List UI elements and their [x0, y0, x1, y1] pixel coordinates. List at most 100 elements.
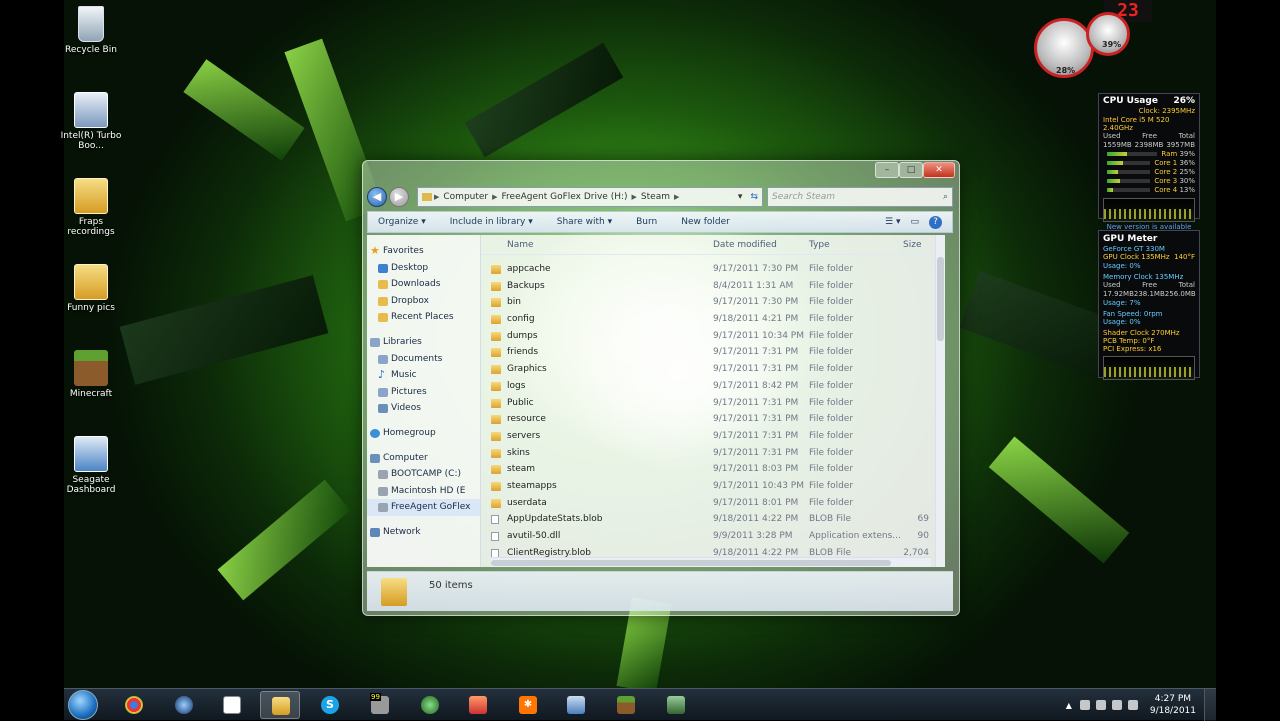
file-row[interactable]: appcache 9/17/2011 7:30 PM File folder	[481, 261, 945, 278]
scroll-thumb[interactable]	[937, 257, 944, 341]
volume-icon[interactable]	[1127, 700, 1138, 710]
help-icon[interactable]: ?	[929, 215, 942, 229]
system-meter-gadget[interactable]: 28% 39%	[1034, 8, 1152, 80]
nav-videos[interactable]: Videos	[367, 400, 480, 417]
minimize-button[interactable]: –	[875, 162, 899, 178]
column-header-name[interactable]: Name	[507, 240, 534, 250]
desktop-icon-seagate-dashboard[interactable]: Seagate Dashboard	[54, 436, 128, 495]
file-row[interactable]: steamapps 9/17/2011 10:43 PM File folder	[481, 478, 945, 495]
nav-downloads[interactable]: Downloads	[367, 276, 480, 293]
file-row[interactable]: friends 9/17/2011 7:31 PM File folder	[481, 344, 945, 361]
file-row[interactable]: steam 9/17/2011 8:03 PM File folder	[481, 461, 945, 478]
new-folder-button[interactable]: New folder	[681, 217, 730, 227]
music-icon: ♪	[378, 368, 386, 382]
nav-music[interactable]: ♪ Music	[367, 367, 480, 384]
desktop-icon-minecraft[interactable]: Minecraft	[54, 350, 128, 399]
taskbar-xbox[interactable]	[410, 691, 450, 719]
start-button[interactable]	[68, 690, 98, 720]
taskbar-vlc[interactable]: ✱	[508, 691, 548, 719]
cpu-usage-gadget[interactable]: CPU Usage 26% Clock: 2395MHz Intel Core i…	[1098, 93, 1200, 231]
share-with-button[interactable]: Share with ▾	[557, 217, 612, 227]
cpu-mem-used: 1559MB	[1103, 141, 1132, 149]
file-row[interactable]: Backups 8/4/2011 1:31 AM File folder	[481, 278, 945, 295]
nav-computer[interactable]: Computer	[367, 450, 480, 467]
column-header-date[interactable]: Date modified	[713, 240, 777, 250]
maximize-button[interactable]: □	[899, 162, 923, 178]
file-row[interactable]: userdata 9/17/2011 8:01 PM File folder	[481, 495, 945, 512]
nav-freeagent-goflex[interactable]: FreeAgent GoFlex	[367, 499, 480, 516]
show-desktop-button[interactable]	[1204, 689, 1216, 721]
burn-button[interactable]: Burn	[636, 217, 657, 227]
window-titlebar[interactable]: – □ ✕	[363, 161, 959, 183]
desktop-icon-fraps-recordings[interactable]: Fraps recordings	[54, 178, 128, 237]
file-row[interactable]: logs 9/17/2011 8:42 PM File folder	[481, 378, 945, 395]
preview-pane-icon[interactable]: ▭	[910, 217, 919, 227]
nav-homegroup[interactable]: Homegroup	[367, 425, 480, 442]
file-row[interactable]: servers 9/17/2011 7:31 PM File folder	[481, 428, 945, 445]
breadcrumb-drive[interactable]: FreeAgent GoFlex Drive (H:)	[502, 192, 628, 202]
tray-expand-icon[interactable]: ▲	[1066, 701, 1072, 710]
nav-libraries[interactable]: Libraries	[367, 334, 480, 351]
nav-documents[interactable]: Documents	[367, 351, 480, 368]
star-icon: ★	[370, 244, 380, 257]
nav-pictures[interactable]: Pictures	[367, 384, 480, 401]
address-bar[interactable]: ▶ Computer ▶ FreeAgent GoFlex Drive (H:)…	[417, 187, 763, 207]
taskbar-skype[interactable]: S	[310, 691, 350, 719]
nav-network[interactable]: Network	[367, 524, 480, 541]
taskbar-app2[interactable]	[656, 691, 696, 719]
cpu-mem-header-total: Total	[1178, 132, 1195, 140]
dropbox-icon	[378, 296, 388, 306]
wifi-icon[interactable]	[1111, 700, 1122, 710]
organize-button[interactable]: Organize ▾	[378, 217, 426, 227]
view-options-icon[interactable]: ☰ ▾	[885, 217, 900, 227]
file-row[interactable]: avutil-50.dll 9/9/2011 3:28 PM Application…	[481, 528, 945, 545]
battery-icon[interactable]	[1095, 700, 1106, 710]
nav-recent-places[interactable]: Recent Places	[367, 309, 480, 326]
taskbar-chrome[interactable]	[114, 691, 154, 719]
refresh-icon[interactable]: ⇆	[750, 192, 758, 202]
close-button[interactable]: ✕	[923, 162, 955, 178]
desktop-icon-intel-turbo-boost[interactable]: Intel(R) Turbo Boo...	[54, 92, 128, 151]
breadcrumb-steam[interactable]: Steam	[641, 192, 670, 202]
column-header-size[interactable]: Size	[903, 240, 921, 250]
file-row[interactable]: skins 9/17/2011 7:31 PM File folder	[481, 445, 945, 462]
file-row[interactable]: config 9/18/2011 4:21 PM File folder	[481, 311, 945, 328]
explorer-window[interactable]: – □ ✕ ◀ ▶ ▶ Computer ▶ FreeAgent GoFlex …	[362, 160, 960, 616]
nav-bootcamp[interactable]: BOOTCAMP (C:)	[367, 466, 480, 483]
horizontal-scrollbar[interactable]	[491, 557, 931, 567]
scroll-thumb[interactable]	[491, 560, 891, 566]
nav-dropbox[interactable]: Dropbox	[367, 293, 480, 310]
file-name: AppUpdateStats.blob	[507, 514, 603, 525]
file-row[interactable]: Graphics 9/17/2011 7:31 PM File folder	[481, 361, 945, 378]
gpu-meter-gadget[interactable]: GPU Meter GeForce GT 330M GPU Clock 135M…	[1098, 230, 1200, 380]
file-row[interactable]: Public 9/17/2011 7:31 PM File folder	[481, 395, 945, 412]
taskbar-minecraft[interactable]	[606, 691, 646, 719]
forward-button[interactable]: ▶	[389, 187, 409, 207]
taskbar-display[interactable]	[556, 691, 596, 719]
dropdown-arrow-icon[interactable]: ▾	[738, 192, 743, 202]
desktop-icon-recycle-bin[interactable]: Recycle Bin	[54, 6, 128, 55]
back-button[interactable]: ◀	[367, 187, 387, 207]
column-header-type[interactable]: Type	[809, 240, 830, 250]
search-input[interactable]: Search Steam ⌕	[767, 187, 953, 207]
taskbar-app[interactable]	[458, 691, 498, 719]
file-row[interactable]: dumps 9/17/2011 10:34 PM File folder	[481, 328, 945, 345]
taskbar-clock[interactable]: 4:27 PM 9/18/2011	[1150, 693, 1196, 717]
taskbar-ie[interactable]	[164, 691, 204, 719]
skype-icon: S	[321, 696, 339, 714]
desktop-icon-funny-pics[interactable]: Funny pics	[54, 264, 128, 313]
taskbar-notepad[interactable]	[212, 691, 252, 719]
file-row[interactable]: AppUpdateStats.blob 9/18/2011 4:22 PM BLOB…	[481, 511, 945, 528]
folder-icon	[491, 481, 501, 491]
nav-desktop[interactable]: Desktop	[367, 260, 480, 277]
vertical-scrollbar[interactable]	[935, 235, 945, 567]
include-in-library-button[interactable]: Include in library ▾	[450, 217, 533, 227]
flag-icon[interactable]	[1079, 700, 1090, 710]
nav-favorites[interactable]: ★ Favorites	[367, 243, 480, 260]
file-row[interactable]: resource 9/17/2011 7:31 PM File folder	[481, 411, 945, 428]
taskbar-explorer[interactable]	[260, 691, 300, 719]
nav-macintosh-hd[interactable]: Macintosh HD (E	[367, 483, 480, 500]
breadcrumb-computer[interactable]: Computer	[443, 192, 488, 202]
taskbar-fraps[interactable]: 99	[360, 691, 400, 719]
file-row[interactable]: bin 9/17/2011 7:30 PM File folder	[481, 294, 945, 311]
